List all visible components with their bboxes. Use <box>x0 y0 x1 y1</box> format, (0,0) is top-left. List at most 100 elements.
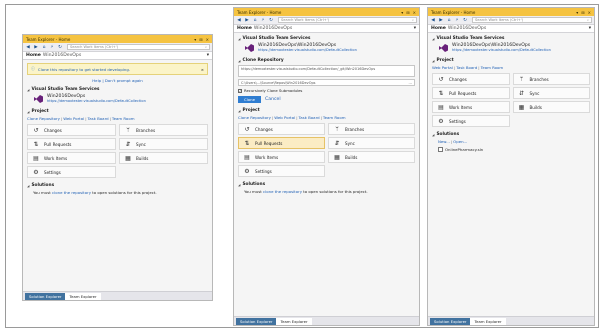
dock-icon[interactable]: ⊞ <box>581 10 584 15</box>
changes-tile[interactable]: ↺ Changes <box>432 73 510 85</box>
collapse-icon[interactable]: ◢ <box>27 88 29 92</box>
collapse-icon[interactable]: ◢ <box>238 37 240 41</box>
work-items-tile[interactable]: ▤ Work Items <box>432 101 510 113</box>
dock-icon[interactable]: ⊞ <box>406 10 409 15</box>
sync-tile[interactable]: ⇵ Sync <box>328 137 415 149</box>
help-links[interactable]: Help | Don't prompt again <box>27 78 208 83</box>
collapse-icon[interactable]: ◢ <box>27 110 29 114</box>
tab-team-explorer[interactable]: Team Explorer <box>276 318 312 325</box>
search-work-items-input[interactable]: Search Work Items (Ctrl+') ⌕ <box>278 17 417 23</box>
home-icon[interactable]: ⌂ <box>446 17 452 23</box>
settings-tile[interactable]: ⚙ Settings <box>27 166 116 178</box>
pin-icon[interactable]: ▾ <box>576 10 578 15</box>
clone-repository-link[interactable]: clone the repository <box>263 189 302 194</box>
new-solution-link[interactable]: New... <box>438 139 450 144</box>
collapse-icon[interactable]: ◢ <box>432 37 434 41</box>
branches-tile[interactable]: ᛘ Branches <box>512 73 590 85</box>
search-icon[interactable]: ⌕ <box>205 45 207 49</box>
search-icon[interactable]: ⌕ <box>412 18 414 22</box>
pin-icon[interactable]: ▾ <box>194 37 196 42</box>
vsts-url[interactable]: https://demoxtester.visualstudio.com/Def… <box>47 99 146 104</box>
chevron-down-icon[interactable]: ▾ <box>207 53 209 58</box>
builds-tile[interactable]: ▦ Builds <box>119 152 208 164</box>
settings-tile[interactable]: ⚙ Settings <box>432 115 510 127</box>
connect-icon[interactable]: ⚡ <box>454 17 460 23</box>
work-items-tile[interactable]: ▤ Work Items <box>27 152 116 164</box>
forward-icon[interactable]: ▶ <box>244 17 250 23</box>
vsts-url[interactable]: https://demoxtester.visualstudio.com/Def… <box>452 48 551 53</box>
chevron-down-icon[interactable]: ▾ <box>589 26 591 31</box>
project-link[interactable]: Task Board <box>456 65 477 70</box>
collapse-icon[interactable]: ◢ <box>432 59 434 63</box>
sync-tile[interactable]: ⇵ Sync <box>119 138 208 150</box>
project-link[interactable]: Team Room <box>323 115 346 120</box>
back-icon[interactable]: ◀ <box>25 44 31 50</box>
pull-requests-tile[interactable]: ⇅ Pull Requests <box>27 138 116 150</box>
connect-icon[interactable]: ⚡ <box>260 17 266 23</box>
recursive-clone-checkbox[interactable]: ✓ Recursively Clone Submodules <box>238 88 415 93</box>
tab-solution-explorer[interactable]: Solution Explorer <box>430 318 471 325</box>
project-link[interactable]: Clone Repository <box>238 115 271 120</box>
close-icon[interactable]: × <box>206 37 209 42</box>
builds-tile[interactable]: ▦ Builds <box>512 101 590 113</box>
refresh-icon[interactable]: ↻ <box>268 17 274 23</box>
close-icon[interactable]: × <box>588 10 591 15</box>
collapse-icon[interactable]: ◢ <box>238 59 240 63</box>
forward-icon[interactable]: ▶ <box>438 17 444 23</box>
open-solution-link[interactable]: Open... <box>453 139 467 144</box>
clone-button[interactable]: Clone <box>238 96 262 103</box>
work-items-tile[interactable]: ▤ Work Items <box>238 151 325 163</box>
project-link[interactable]: Web Portal <box>274 115 295 120</box>
search-work-items-input[interactable]: Search Work Items (Ctrl+') ⌕ <box>472 17 592 23</box>
refresh-icon[interactable]: ↻ <box>462 17 468 23</box>
tab-team-explorer[interactable]: Team Explorer <box>470 318 506 325</box>
home-header: Home Win2016DevOps ▾ <box>23 52 212 60</box>
collapse-icon[interactable]: ◢ <box>238 109 240 113</box>
changes-tile[interactable]: ↺ Changes <box>27 124 116 136</box>
home-icon[interactable]: ⌂ <box>41 44 47 50</box>
project-link[interactable]: Clone Repository <box>27 116 60 121</box>
refresh-icon[interactable]: ↻ <box>57 44 63 50</box>
clone-notice-text[interactable]: Clone this repository to get started dev… <box>38 67 130 72</box>
forward-icon[interactable]: ▶ <box>33 44 39 50</box>
pin-icon[interactable]: ▾ <box>401 10 403 15</box>
builds-tile[interactable]: ▦ Builds <box>328 151 415 163</box>
project-link[interactable]: Team Room <box>112 116 135 121</box>
settings-tile[interactable]: ⚙ Settings <box>238 165 325 177</box>
pull-requests-tile[interactable]: ⇅ Pull Requests <box>432 87 510 99</box>
sync-tile[interactable]: ⇵ Sync <box>512 87 590 99</box>
search-work-items-input[interactable]: Search Work Items (Ctrl+') ⌕ <box>67 44 210 50</box>
dock-icon[interactable]: ⊞ <box>199 37 202 42</box>
collapse-icon[interactable]: ◢ <box>432 133 434 137</box>
clone-repository-link[interactable]: clone the repository <box>52 190 91 195</box>
changes-tile[interactable]: ↺ Changes <box>238 123 325 135</box>
tab-solution-explorer[interactable]: Solution Explorer <box>236 318 277 325</box>
solution-item[interactable]: OnlinePharmacy.sln <box>438 147 590 152</box>
checkbox-checked-icon[interactable]: ✓ <box>238 88 242 93</box>
tab-solution-explorer[interactable]: Solution Explorer <box>25 293 66 300</box>
branches-tile[interactable]: ᛘ Branches <box>328 123 415 135</box>
project-link[interactable]: Web Portal <box>63 116 84 121</box>
connect-icon[interactable]: ⚡ <box>49 44 55 50</box>
tab-team-explorer[interactable]: Team Explorer <box>65 293 101 300</box>
search-icon[interactable]: ⌕ <box>587 18 589 22</box>
close-icon[interactable]: × <box>413 10 416 15</box>
project-link[interactable]: Task Board <box>299 115 320 120</box>
project-link[interactable]: Team Room <box>481 65 504 70</box>
home-icon[interactable]: ⌂ <box>252 17 258 23</box>
branches-tile[interactable]: ᛘ Branches <box>119 124 208 136</box>
chevron-down-icon[interactable]: ▾ <box>414 26 416 31</box>
collapse-icon[interactable]: ◢ <box>27 184 29 188</box>
vsts-url[interactable]: https://demoxtester.visualstudio.com/Def… <box>258 48 357 53</box>
clone-url-input[interactable]: https://demoxtester.visualstudio.com/Def… <box>238 65 415 77</box>
project-link[interactable]: Task Board <box>88 116 109 121</box>
pull-requests-tile[interactable]: ⇅ Pull Requests <box>238 137 325 149</box>
back-icon[interactable]: ◀ <box>430 17 436 23</box>
cancel-link[interactable]: Cancel <box>265 97 281 102</box>
collapse-icon[interactable]: ◢ <box>238 183 240 187</box>
browse-icon[interactable]: … <box>409 81 413 85</box>
project-link[interactable]: Web Portal <box>432 65 453 70</box>
back-icon[interactable]: ◀ <box>236 17 242 23</box>
clone-path-input[interactable]: C:\Users\...\Source\Repos\Win2016DevOps… <box>238 79 415 86</box>
close-notice-icon[interactable]: × <box>201 67 204 72</box>
